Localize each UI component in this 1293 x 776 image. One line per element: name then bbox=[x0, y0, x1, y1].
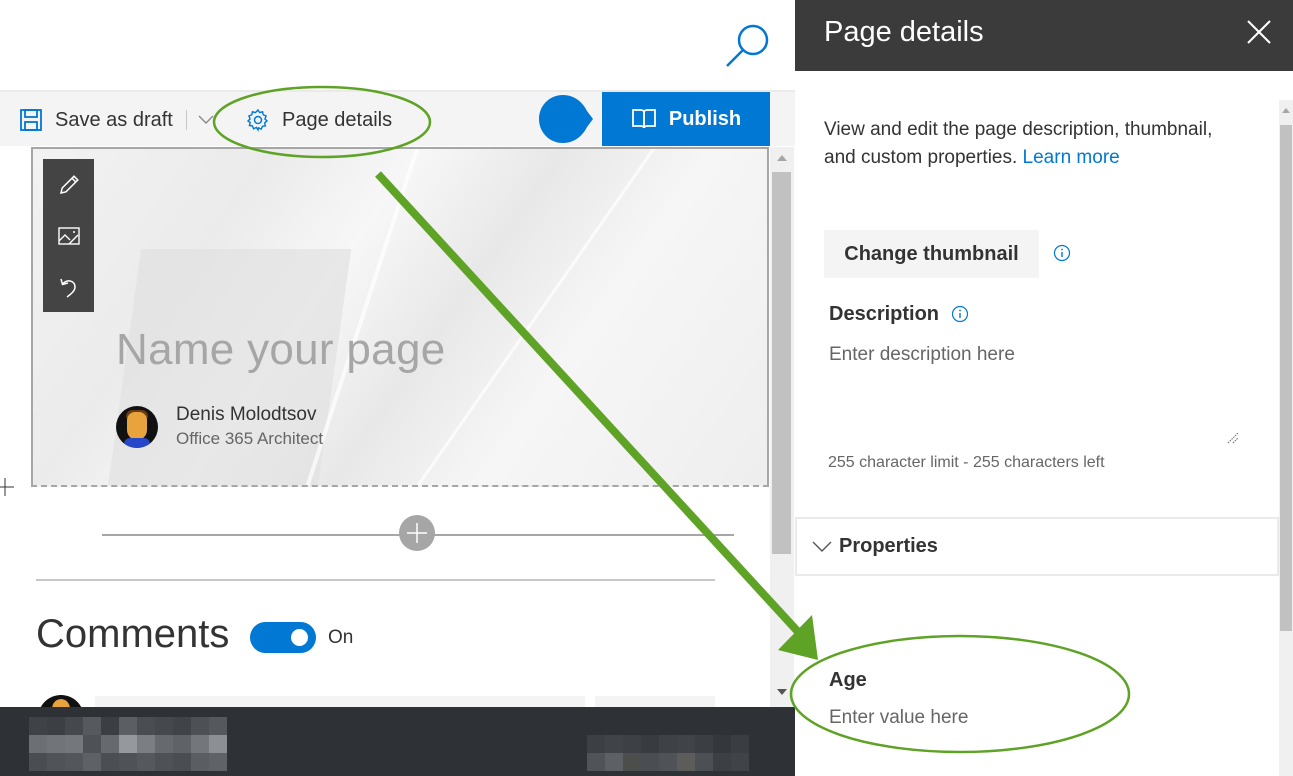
info-icon bbox=[951, 305, 969, 323]
save-options-dropdown[interactable] bbox=[197, 110, 215, 130]
pixelated-content bbox=[29, 717, 227, 771]
gear-icon bbox=[246, 108, 270, 132]
search-icon bbox=[726, 24, 769, 67]
close-icon bbox=[1247, 20, 1271, 44]
properties-section-toggle[interactable]: Properties bbox=[795, 517, 1279, 576]
author-avatar bbox=[116, 405, 158, 448]
page-editor: Save as draft Page details Publish Name … bbox=[0, 0, 795, 776]
pixelated-content bbox=[587, 735, 749, 771]
description-label: Description bbox=[829, 303, 940, 325]
close-panel-button[interactable] bbox=[1245, 18, 1273, 46]
scroll-up-arrow-icon[interactable] bbox=[1282, 108, 1290, 113]
panel-scrollbar[interactable] bbox=[1279, 100, 1293, 776]
page-title-input[interactable]: Name your page bbox=[116, 325, 446, 375]
blurred-footer bbox=[0, 707, 795, 776]
author-name: Denis Molodtsov bbox=[176, 404, 317, 425]
panel-description-text: View and edit the page description, thum… bbox=[824, 119, 1213, 168]
description-info-button[interactable] bbox=[951, 305, 969, 323]
save-as-draft-label: Save as draft bbox=[55, 108, 173, 131]
undo-icon bbox=[59, 278, 76, 298]
app-window: Save as draft Page details Publish Name … bbox=[0, 0, 1293, 776]
command-separator bbox=[186, 110, 187, 130]
reset-button[interactable] bbox=[56, 274, 82, 300]
book-icon bbox=[631, 107, 657, 131]
age-field-input[interactable] bbox=[825, 702, 1125, 734]
image-edit-icon bbox=[57, 226, 80, 245]
comments-toggle-label: On bbox=[328, 627, 354, 648]
comments-toggle[interactable] bbox=[250, 622, 316, 653]
learn-more-link[interactable]: Learn more bbox=[1023, 147, 1120, 168]
character-limit-text: 255 character limit - 255 characters lef… bbox=[828, 454, 1105, 471]
thumbnail-info-button[interactable] bbox=[1053, 244, 1071, 262]
top-bar bbox=[0, 0, 795, 90]
properties-label: Properties bbox=[839, 535, 938, 557]
resize-grip-icon[interactable] bbox=[1227, 432, 1239, 444]
author-role: Office 365 Architect bbox=[176, 429, 324, 448]
coachmark-beacon[interactable] bbox=[539, 95, 593, 143]
save-as-draft-button[interactable]: Save as draft bbox=[19, 92, 173, 148]
publish-label: Publish bbox=[668, 107, 742, 130]
editor-scrollbar[interactable] bbox=[770, 147, 794, 707]
save-icon bbox=[19, 108, 43, 132]
scroll-down-arrow-icon[interactable] bbox=[777, 689, 787, 695]
search-button[interactable] bbox=[722, 20, 774, 72]
change-image-button[interactable] bbox=[56, 223, 82, 249]
title-area: Name your page Denis Molodtsov Office 36… bbox=[31, 147, 769, 487]
plus-icon bbox=[407, 523, 427, 543]
page-details-panel: Page details View and edit the page desc… bbox=[795, 0, 1293, 776]
comments-heading: Comments bbox=[36, 612, 230, 656]
hero-background-line bbox=[412, 149, 657, 485]
info-icon bbox=[1053, 244, 1071, 262]
comments-divider bbox=[36, 579, 715, 581]
scroll-up-arrow-icon[interactable] bbox=[777, 155, 787, 161]
scrollbar-thumb[interactable] bbox=[1280, 125, 1292, 631]
chevron-down-icon bbox=[812, 541, 832, 552]
description-textarea[interactable] bbox=[825, 340, 1249, 448]
panel-description: View and edit the page description, thum… bbox=[824, 116, 1224, 172]
scrollbar-thumb[interactable] bbox=[772, 172, 791, 554]
change-thumbnail-button[interactable]: Change thumbnail bbox=[824, 230, 1039, 278]
title-area-toolbar bbox=[43, 159, 94, 312]
pencil-icon bbox=[59, 174, 79, 194]
toggle-knob bbox=[291, 629, 308, 646]
cursor-crosshair-icon bbox=[0, 478, 14, 496]
page-details-label: Page details bbox=[282, 108, 393, 131]
publish-button[interactable]: Publish bbox=[602, 92, 770, 146]
page-details-button[interactable]: Page details bbox=[246, 92, 392, 148]
panel-header: Page details bbox=[795, 0, 1293, 71]
edit-title-button[interactable] bbox=[56, 172, 82, 198]
panel-title: Page details bbox=[824, 16, 984, 48]
add-webpart-button[interactable] bbox=[399, 515, 435, 551]
age-field-label: Age bbox=[829, 669, 867, 691]
author-byline: Denis Molodtsov Office 365 Architect bbox=[116, 404, 323, 449]
chevron-down-icon bbox=[198, 115, 214, 124]
